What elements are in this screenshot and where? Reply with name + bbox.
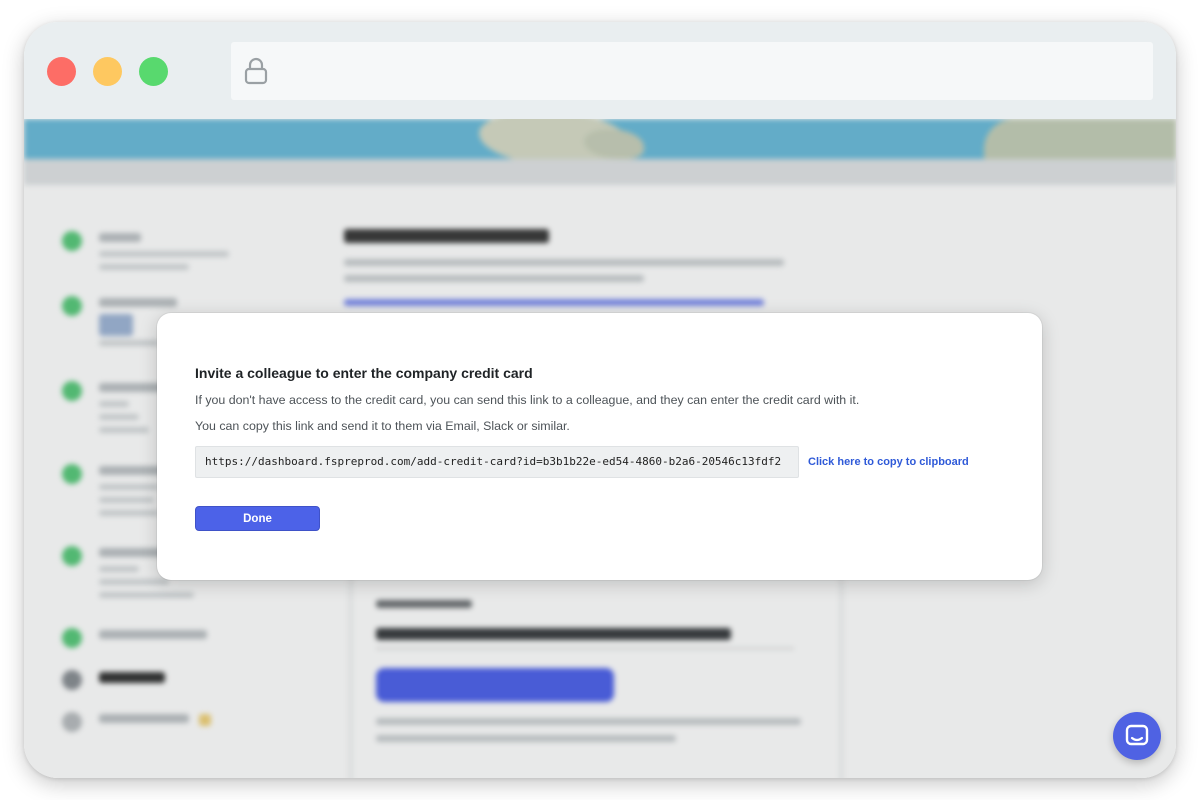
done-button[interactable]: Done [195,506,320,531]
browser-window: Invite a colleague to enter the company … [24,22,1176,778]
minimize-window-button[interactable] [93,57,122,86]
copy-to-clipboard-link[interactable]: Click here to copy to clipboard [808,456,969,468]
lock-icon [243,57,269,90]
modal-instructions: You can copy this link and send it to th… [195,419,570,433]
invite-colleague-modal: Invite a colleague to enter the company … [157,313,1042,580]
browser-titlebar [24,22,1176,119]
modal-title: Invite a colleague to enter the company … [195,365,533,381]
invite-link-field[interactable]: https://dashboard.fspreprod.com/add-cred… [195,446,799,478]
close-window-button[interactable] [47,57,76,86]
modal-description: If you don't have access to the credit c… [195,393,860,407]
chat-widget-button[interactable] [1113,712,1161,760]
address-bar[interactable] [231,42,1153,100]
page-content: Invite a colleague to enter the company … [24,119,1176,778]
chat-icon [1113,724,1161,764]
maximize-window-button[interactable] [139,57,168,86]
